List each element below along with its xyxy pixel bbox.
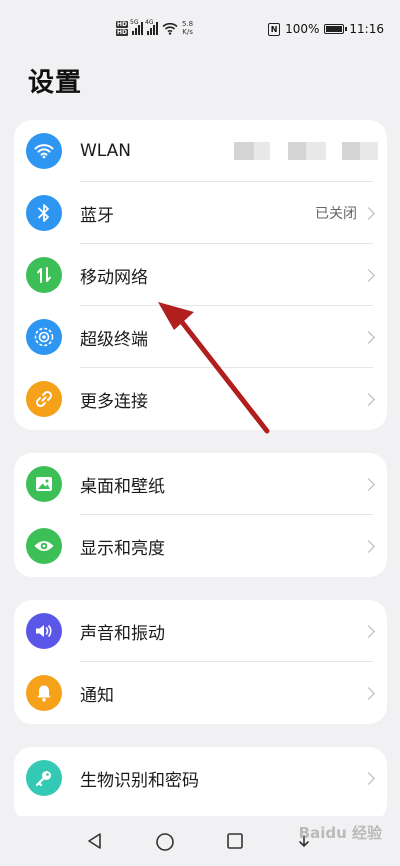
eye-icon (26, 528, 62, 564)
mobile-data-icon (26, 257, 62, 293)
chevron-right-icon (362, 206, 375, 220)
settings-group-security: 生物识别和密码 (14, 747, 387, 822)
wifi-icon (26, 133, 62, 169)
settings-item-mobile-network[interactable]: 移动网络 (14, 244, 387, 306)
page-title: 设置 (28, 68, 83, 98)
super-device-icon (26, 319, 62, 355)
settings-item-label: 通知 (80, 685, 114, 706)
settings-item-label: 桌面和壁纸 (80, 476, 165, 497)
chevron-right-icon (362, 392, 375, 406)
chevron-right-icon (362, 539, 375, 553)
chevron-right-icon (362, 477, 375, 491)
signal-icon: 4G (145, 19, 158, 35)
settings-item-label: 生物识别和密码 (80, 770, 199, 791)
redacted-block (342, 142, 360, 160)
chevron-right-icon (362, 330, 375, 344)
settings-item-label: 蓝牙 (80, 205, 114, 226)
bluetooth-icon (26, 195, 62, 231)
watermark: Baidu 经验 (298, 824, 382, 842)
network-speed: 5.8 K/s (182, 20, 193, 36)
settings-item-label: 移动网络 (80, 267, 148, 288)
redacted-block (306, 142, 326, 160)
battery-percent: 100% (285, 22, 320, 36)
wifi-status-icon (162, 22, 178, 35)
speed-value: 5.8 (182, 20, 194, 28)
settings-item-display-brightness[interactable]: 显示和亮度 (14, 515, 387, 577)
link-icon (26, 381, 62, 417)
bell-icon (26, 675, 62, 711)
settings-item-sound-vibration[interactable]: 声音和振动 (14, 600, 387, 662)
settings-item-label: 更多连接 (80, 391, 148, 412)
redacted-block (234, 142, 254, 160)
settings-item-label: 声音和振动 (80, 623, 165, 644)
battery-icon (324, 24, 348, 34)
redacted-block (360, 142, 378, 160)
chevron-right-icon (362, 686, 375, 700)
redacted-block (288, 142, 306, 160)
settings-group-display: 桌面和壁纸 显示和亮度 (14, 453, 387, 577)
chevron-right-icon (362, 771, 375, 785)
signal-tag: 5G (130, 19, 139, 26)
chevron-right-icon (362, 624, 375, 638)
status-bar: HD HD 5G 4G 5.8 K/s N 100% 11:16 (0, 0, 400, 58)
settings-item-label: 超级终端 (80, 329, 148, 350)
wallpaper-icon (26, 466, 62, 502)
home-icon[interactable] (155, 832, 175, 852)
settings-item-wlan[interactable]: WLAN (14, 120, 387, 182)
settings-group-sound: 声音和振动 通知 (14, 600, 387, 724)
back-icon[interactable] (86, 832, 104, 850)
redacted-block (254, 142, 270, 160)
status-icons: HD HD 5G 4G 5.8 K/s (116, 16, 193, 40)
status-right: N 100% 11:16 (268, 20, 384, 38)
settings-item-notifications[interactable]: 通知 (14, 662, 387, 724)
nfc-icon: N (268, 22, 281, 36)
settings-item-bluetooth[interactable]: 蓝牙 已关闭 (14, 182, 387, 244)
chevron-right-icon (362, 268, 375, 282)
speed-unit: K/s (182, 28, 193, 36)
settings-item-home-wallpaper[interactable]: 桌面和壁纸 (14, 453, 387, 515)
clock: 11:16 (349, 22, 384, 36)
settings-item-label: WLAN (80, 141, 132, 161)
settings-item-value: 已关闭 (315, 206, 357, 222)
settings-item-label: 显示和亮度 (80, 538, 165, 559)
hd-badges: HD HD (116, 20, 128, 36)
speaker-icon (26, 613, 62, 649)
hd-badge: HD (116, 20, 128, 28)
settings-item-super-device[interactable]: 超级终端 (14, 306, 387, 368)
recents-icon[interactable] (226, 832, 244, 850)
signal-tag: 4G (145, 19, 154, 26)
settings-item-more-connections[interactable]: 更多连接 (14, 368, 387, 430)
settings-item-biometrics-password[interactable]: 生物识别和密码 (14, 747, 387, 809)
hd-badge: HD (116, 28, 128, 36)
key-icon (26, 760, 62, 796)
settings-group-connectivity: WLAN 蓝牙 已关闭 移动网络 超级终端 更多连接 (14, 120, 387, 430)
signal-icon: 5G (130, 19, 143, 35)
